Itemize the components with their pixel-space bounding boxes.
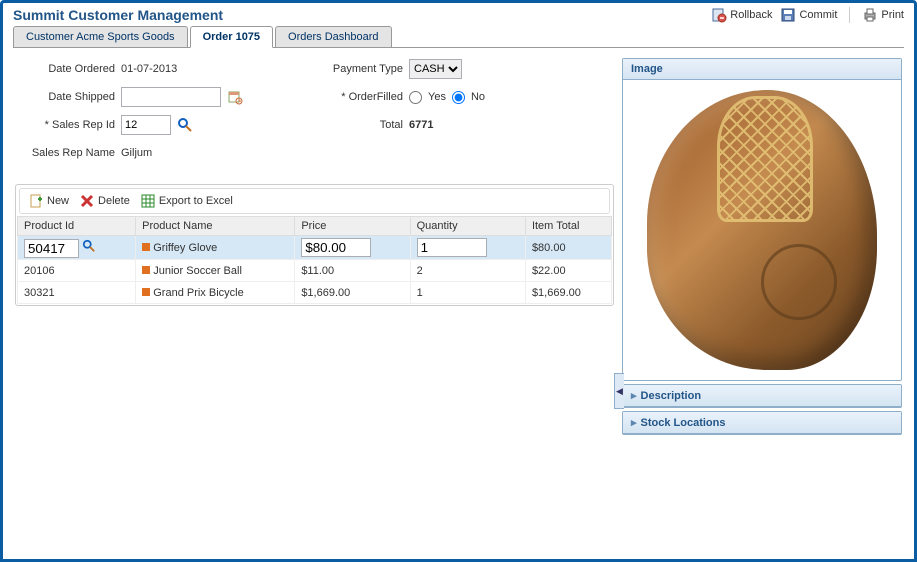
quantity: 1 [410, 282, 525, 304]
export-excel-button[interactable]: Export to Excel [140, 193, 233, 209]
price: $11.00 [295, 260, 410, 282]
total-label: Total [303, 119, 403, 131]
save-icon [780, 7, 796, 23]
product-id: 30321 [18, 282, 136, 304]
date-ordered-label: Date Ordered [15, 63, 115, 75]
search-icon[interactable] [82, 244, 96, 256]
rollback-button[interactable]: Rollback [711, 7, 772, 23]
column-header[interactable]: Product Name [136, 217, 295, 236]
order-filled-label: * OrderFilled [303, 91, 403, 103]
order-filled-no-label: No [471, 91, 485, 103]
page-title: Summit Customer Management [13, 7, 223, 23]
dirty-flag-icon [142, 287, 150, 299]
stock-locations-panel-header[interactable]: ▸ Stock Locations [623, 412, 901, 434]
chevron-right-icon: ▸ [631, 416, 637, 429]
dirty-flag-icon [142, 265, 150, 277]
dirty-flag-icon [142, 242, 150, 254]
product-name: Grand Prix Bicycle [153, 287, 243, 299]
price-input[interactable] [301, 238, 371, 257]
delete-button[interactable]: Delete [79, 193, 130, 209]
quantity: 2 [410, 260, 525, 282]
item-total: $80.00 [525, 236, 611, 260]
excel-icon [140, 193, 156, 209]
date-shipped-input[interactable] [121, 87, 221, 107]
table-row[interactable]: 30321 Grand Prix Bicycle $1,669.001$1,669… [18, 282, 612, 304]
product-name: Junior Soccer Ball [153, 265, 242, 277]
order-filled-yes-radio[interactable] [409, 91, 422, 104]
search-icon[interactable] [177, 117, 193, 133]
column-header[interactable]: Product Id [18, 217, 136, 236]
print-icon [862, 7, 878, 23]
total-value: 6771 [409, 119, 433, 131]
price: $1,669.00 [295, 282, 410, 304]
product-id: 20106 [18, 260, 136, 282]
new-icon [28, 193, 44, 209]
product-id-input[interactable] [24, 239, 79, 258]
payment-type-select[interactable]: CASH [409, 59, 462, 79]
description-panel-header[interactable]: ▸ Description [623, 385, 901, 407]
order-filled-no-radio[interactable] [452, 91, 465, 104]
commit-button[interactable]: Commit [780, 7, 837, 23]
sales-rep-id-input[interactable] [121, 115, 171, 135]
tab-0[interactable]: Customer Acme Sports Goods [13, 26, 188, 48]
date-shipped-label: Date Shipped [15, 91, 115, 103]
delete-icon [79, 193, 95, 209]
print-button[interactable]: Print [862, 7, 904, 23]
product-name: Griffey Glove [153, 242, 217, 254]
rollback-icon [711, 7, 727, 23]
payment-type-label: Payment Type [303, 63, 403, 75]
new-button[interactable]: New [28, 193, 69, 209]
item-total: $22.00 [525, 260, 611, 282]
chevron-right-icon: ▸ [631, 389, 637, 402]
column-header[interactable]: Quantity [410, 217, 525, 236]
sales-rep-name-value: Giljum [121, 147, 152, 159]
image-panel-header[interactable]: Image [623, 59, 901, 80]
quantity-input[interactable] [417, 238, 487, 257]
order-filled-yes-label: Yes [428, 91, 446, 103]
date-ordered-value: 01-07-2013 [121, 63, 177, 75]
sales-rep-name-label: Sales Rep Name [15, 147, 115, 159]
date-picker-icon[interactable] [227, 89, 243, 105]
column-header[interactable]: Price [295, 217, 410, 236]
tab-1[interactable]: Order 1075 [190, 26, 273, 48]
column-header[interactable]: Item Total [525, 217, 611, 236]
item-total: $1,669.00 [525, 282, 611, 304]
product-image [647, 90, 877, 370]
collapse-handle[interactable]: ◀ [614, 373, 624, 409]
table-row[interactable]: 20106 Junior Soccer Ball $11.002$22.00 [18, 260, 612, 282]
tab-2[interactable]: Orders Dashboard [275, 26, 392, 48]
table-row[interactable]: Griffey Glove $80.00 [18, 236, 612, 260]
sales-rep-id-label: * Sales Rep Id [15, 119, 115, 131]
